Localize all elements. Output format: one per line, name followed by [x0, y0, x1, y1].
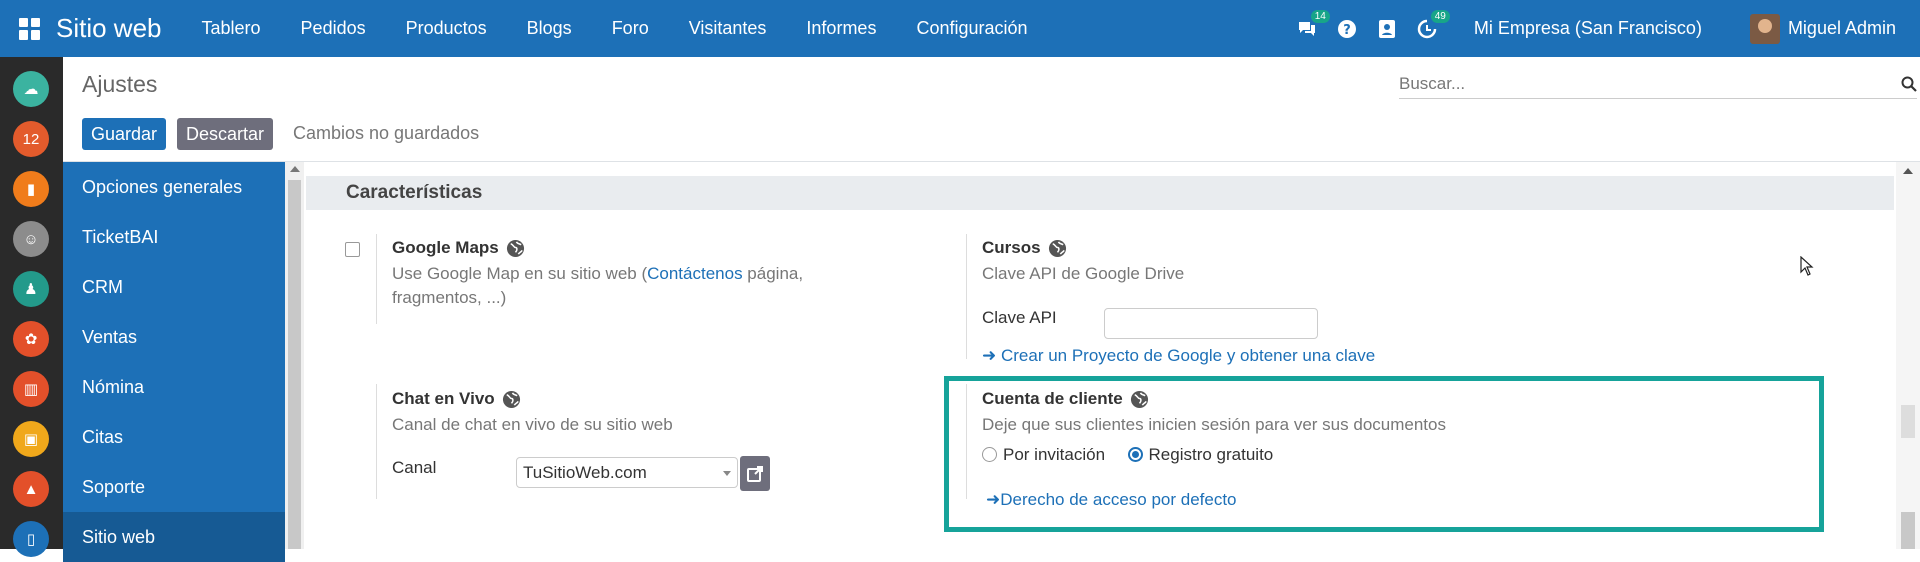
company-switcher[interactable]: Mi Empresa (San Francisco): [1474, 18, 1702, 39]
mouse-cursor-icon: [1800, 256, 1814, 276]
sales-app-icon[interactable]: ✿: [13, 321, 49, 357]
channel-select[interactable]: TuSitioWeb.com: [516, 457, 738, 488]
sidebar-item-ventas[interactable]: Ventas: [63, 312, 285, 362]
svg-text:?: ?: [1343, 23, 1351, 38]
menu-item-tablero[interactable]: Tablero: [202, 18, 261, 39]
discuss-app-icon[interactable]: ☁: [13, 71, 49, 107]
sidebar-item-soporte[interactable]: Soporte: [63, 462, 285, 512]
menu-item-blogs[interactable]: Blogs: [527, 18, 572, 39]
menu-item-foro[interactable]: Foro: [612, 18, 649, 39]
menu-item-informes[interactable]: Informes: [806, 18, 876, 39]
discard-button[interactable]: Descartar: [177, 118, 274, 150]
globe-icon: [502, 390, 520, 408]
google-maps-title-text: Google Maps: [392, 238, 499, 257]
cursos-setting: Cursos Clave API de Google Drive: [982, 238, 1582, 286]
divider: [376, 384, 377, 499]
arrow-right-icon: ➜: [982, 346, 997, 365]
menu-item-visitantes[interactable]: Visitantes: [689, 18, 767, 39]
calendar-app-icon[interactable]: 12: [13, 121, 49, 157]
sidebar-item-citas[interactable]: Citas: [63, 412, 285, 462]
chevron-down-icon: [723, 471, 731, 476]
google-maps-desc: Use Google Map en su sitio web (Contácte…: [392, 262, 892, 310]
cursos-desc: Clave API de Google Drive: [982, 264, 1185, 283]
api-key-label: Clave API: [982, 308, 1057, 327]
google-maps-checkbox[interactable]: [345, 242, 360, 257]
google-maps-title: Google Maps: [392, 238, 892, 258]
google-maps-desc-after: página,: [742, 264, 804, 283]
cursos-title-text: Cursos: [982, 238, 1041, 257]
live-chat-title-text: Chat en Vivo: [392, 389, 495, 408]
divider: [966, 234, 967, 359]
pos-app-icon[interactable]: ▯: [13, 521, 49, 557]
sidebar-item-opciones-generales[interactable]: Opciones generales: [63, 162, 285, 212]
settings-sidebar: Opciones generales TicketBAI CRM Ventas …: [63, 162, 285, 562]
external-link-icon: [747, 465, 763, 482]
api-key-input[interactable]: [1104, 308, 1318, 339]
content-scrollbar[interactable]: [1896, 162, 1920, 549]
unsaved-changes-label: Cambios no guardados: [293, 123, 480, 143]
sidebar-item-ticketbai[interactable]: TicketBAI: [63, 212, 285, 262]
scroll-up-arrow-icon[interactable]: [290, 166, 300, 172]
contacts-icon[interactable]: [1374, 16, 1400, 42]
employees-app-icon[interactable]: ▣: [13, 421, 49, 457]
contacts-app-icon[interactable]: ☺: [13, 221, 49, 257]
menu-item-productos[interactable]: Productos: [406, 18, 487, 39]
app-brand[interactable]: Sitio web: [56, 13, 162, 44]
scrollbar-thumb[interactable]: [288, 180, 301, 549]
live-chat-title: Chat en Vivo: [392, 389, 892, 409]
create-google-project-text: Crear un Proyecto de Google y obtener un…: [1000, 346, 1376, 365]
cursos-title: Cursos: [982, 238, 1582, 258]
sidebar-scrollbar[interactable]: [285, 162, 304, 549]
divider: [376, 234, 377, 324]
channel-label: Canal: [392, 458, 437, 477]
activity-badge: 49: [1430, 9, 1450, 23]
search-icon[interactable]: [1901, 76, 1917, 92]
globe-icon: [1048, 239, 1066, 257]
reports-app-icon[interactable]: ▥: [13, 371, 49, 407]
search-bar: [1399, 69, 1917, 99]
scrollbar-thumb[interactable]: [1901, 512, 1915, 549]
menu-item-configuracion[interactable]: Configuración: [916, 18, 1027, 39]
contact-us-link[interactable]: Contáctenos: [647, 264, 742, 283]
chat-badge: 14: [1310, 9, 1330, 23]
external-link-button[interactable]: [740, 456, 770, 491]
page-title: Ajustes: [82, 71, 158, 97]
globe-icon: [506, 239, 524, 257]
scroll-up-arrow-icon[interactable]: [1903, 168, 1913, 174]
menu-item-pedidos[interactable]: Pedidos: [301, 18, 366, 39]
apps-grid-icon[interactable]: [19, 17, 41, 40]
save-button[interactable]: Guardar: [82, 118, 167, 150]
google-maps-setting: Google Maps Use Google Map en su sitio w…: [392, 238, 892, 310]
section-title: Características: [306, 176, 1894, 210]
search-input[interactable]: [1399, 73, 1901, 94]
user-menu[interactable]: Miguel Admin: [1788, 18, 1896, 39]
app-sidebar: ☁ 12 ▮ ☺ ♟ ✿ ▥ ▣ ▲ ▯: [0, 57, 63, 557]
google-maps-desc-text: Use Google Map en su sitio web (: [392, 264, 648, 283]
scrollbar-marker: [1901, 405, 1915, 438]
help-icon[interactable]: ?: [1334, 16, 1360, 42]
control-panel: Ajustes Guardar Descartar Cambios no gua…: [63, 57, 1920, 162]
activity-clock-icon[interactable]: 49: [1414, 9, 1450, 42]
channel-select-value: TuSitioWeb.com: [523, 463, 647, 482]
navbar-systray: 14 ? 49 Mi Empresa (San Francisco) Migue…: [1280, 0, 1896, 57]
google-maps-desc-line2: fragmentos, ...): [392, 288, 507, 307]
live-chat-desc: Canal de chat en vivo de su sitio web: [392, 415, 673, 434]
helpdesk-app-icon[interactable]: ▲: [13, 471, 49, 507]
crm-app-icon[interactable]: ♟: [13, 271, 49, 307]
top-navbar: Sitio web Tablero Pedidos Productos Blog…: [0, 0, 1920, 57]
sidebar-item-nomina[interactable]: Nómina: [63, 362, 285, 412]
notes-app-icon[interactable]: ▮: [13, 171, 49, 207]
sidebar-item-sitio-web[interactable]: Sitio web: [63, 512, 285, 562]
main-menu: Tablero Pedidos Productos Blogs Foro Vis…: [202, 18, 1068, 39]
sidebar-item-crm[interactable]: CRM: [63, 262, 285, 312]
create-google-project-link[interactable]: ➜ Crear un Proyecto de Google y obtener …: [982, 346, 1375, 366]
highlight-box: [944, 376, 1824, 532]
live-chat-setting: Chat en Vivo Canal de chat en vivo de su…: [392, 389, 892, 437]
chat-icon[interactable]: 14: [1294, 9, 1330, 42]
avatar[interactable]: [1749, 13, 1780, 44]
